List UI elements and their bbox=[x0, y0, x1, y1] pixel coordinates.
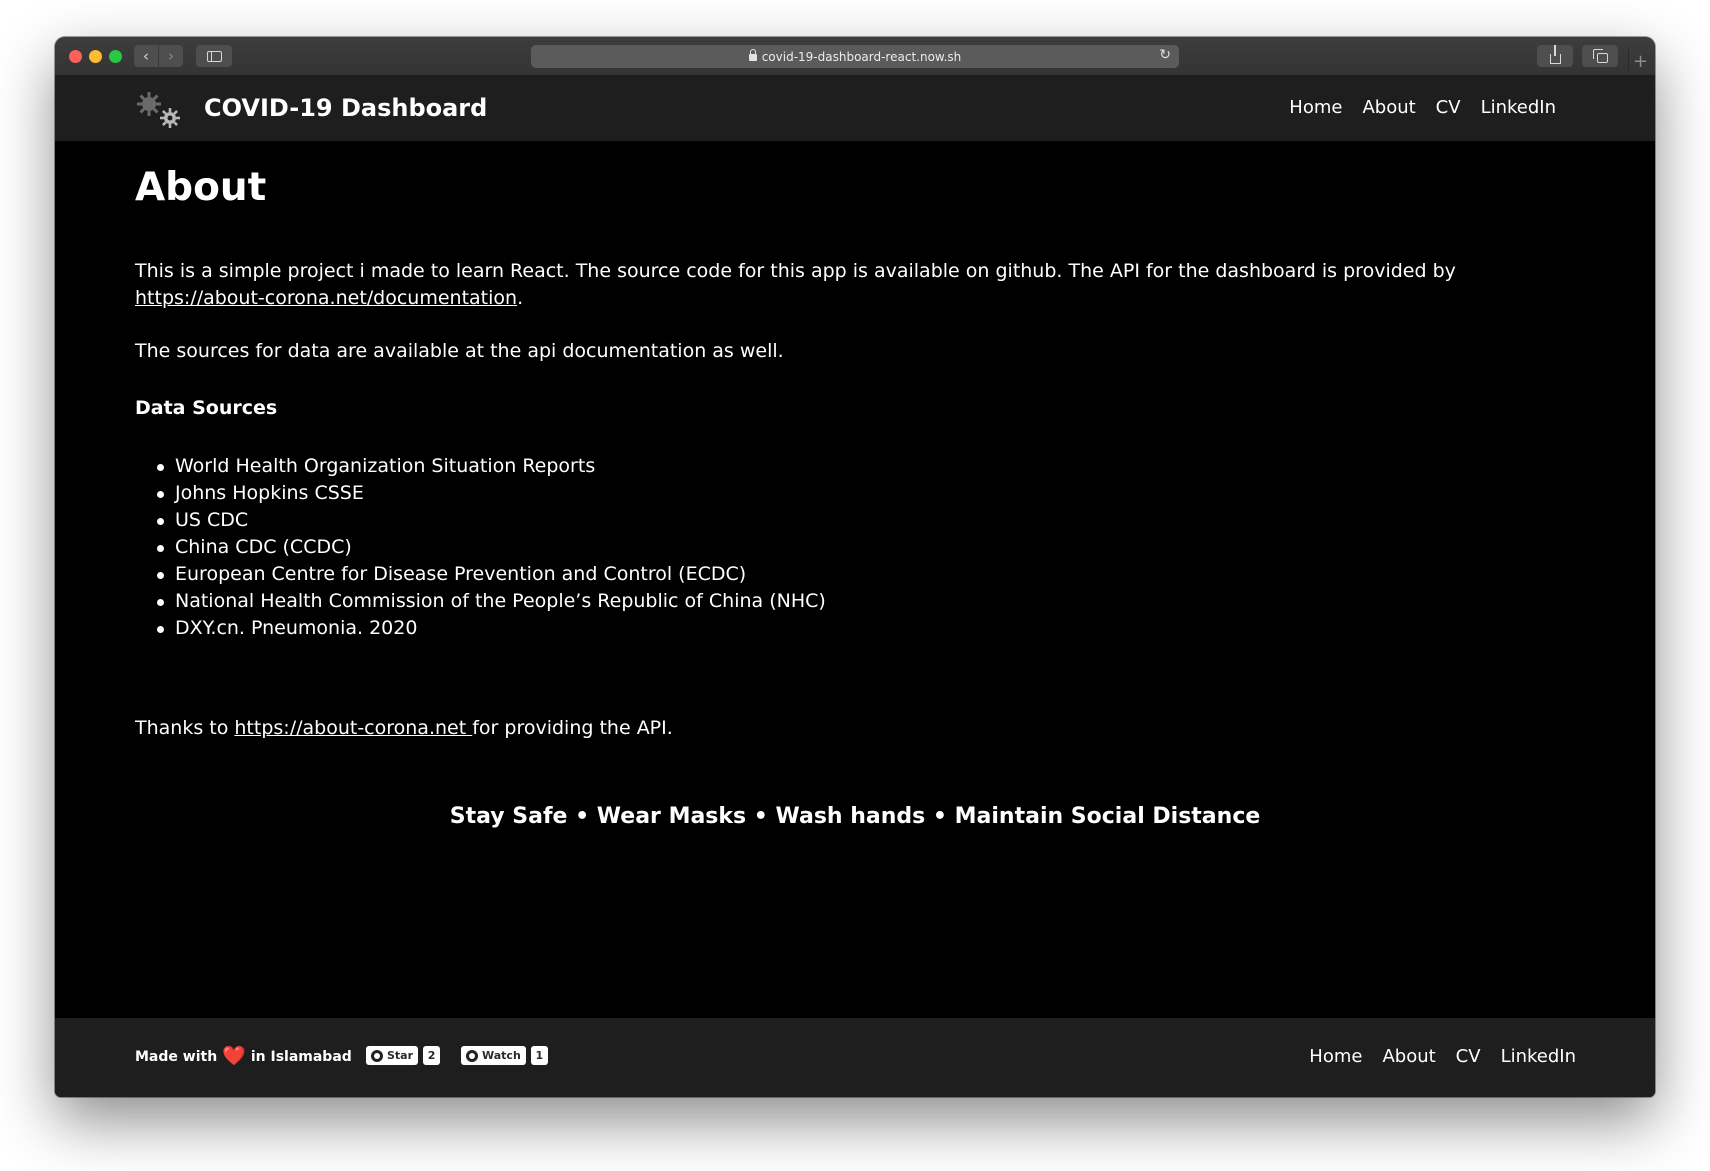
list-item: DXY.cn. Pneumonia. 2020 bbox=[157, 615, 826, 642]
lock-icon bbox=[748, 49, 757, 61]
back-button[interactable]: ‹ bbox=[134, 45, 158, 67]
thanks-suffix: for providing the API. bbox=[472, 717, 673, 739]
thanks-paragraph: Thanks to https://about-corona.net for p… bbox=[135, 717, 673, 739]
plus-icon: + bbox=[1632, 51, 1649, 72]
show-tabs-button[interactable] bbox=[1582, 45, 1618, 67]
nav-link-home[interactable]: Home bbox=[1289, 97, 1342, 118]
tabs-icon bbox=[1592, 49, 1608, 63]
sidebar-icon bbox=[206, 50, 222, 62]
intro-end: . bbox=[517, 287, 524, 309]
list-item: National Health Commission of the People… bbox=[157, 588, 826, 615]
github-star-label: Star bbox=[387, 1049, 414, 1062]
site-navbar: COVID-19 Dashboard Home About CV LinkedI… bbox=[55, 76, 1655, 141]
footer-link-cv[interactable]: CV bbox=[1456, 1046, 1481, 1067]
footer-links: Home About CV LinkedIn bbox=[1309, 1046, 1576, 1067]
list-item: European Centre for Disease Prevention a… bbox=[157, 561, 826, 588]
github-icon bbox=[371, 1049, 383, 1062]
minimize-window-button[interactable] bbox=[89, 50, 102, 63]
list-item: Johns Hopkins CSSE bbox=[157, 480, 826, 507]
new-tab-button[interactable]: + bbox=[1628, 49, 1652, 74]
footer-link-about[interactable]: About bbox=[1382, 1046, 1435, 1067]
nav-link-cv[interactable]: CV bbox=[1436, 97, 1461, 118]
github-watch-widget: Watch 1 bbox=[461, 1046, 548, 1065]
page-title: About bbox=[135, 165, 267, 210]
list-item: US CDC bbox=[157, 507, 826, 534]
heart-icon: ❤️ bbox=[222, 1045, 246, 1067]
share-icon bbox=[1549, 45, 1561, 64]
thanks-prefix: Thanks to bbox=[135, 717, 235, 739]
site-footer: Made with ❤️ in Islamabad Star 2 Watch 1… bbox=[55, 1018, 1655, 1097]
sources-note: The sources for data are available at th… bbox=[135, 340, 784, 362]
made-with-text: Made with bbox=[135, 1048, 218, 1065]
intro-paragraph: This is a simple project i made to learn… bbox=[135, 258, 1575, 312]
zoom-window-button[interactable] bbox=[109, 50, 122, 63]
about-corona-link[interactable]: https://about-corona.net bbox=[234, 717, 472, 739]
chevron-right-icon: › bbox=[168, 47, 174, 65]
intro-text: This is a simple project i made to learn… bbox=[135, 260, 1456, 282]
location-text: in Islamabad bbox=[250, 1048, 352, 1065]
footer-link-home[interactable]: Home bbox=[1309, 1046, 1362, 1067]
list-item: China CDC (CCDC) bbox=[157, 534, 826, 561]
data-sources-list: World Health Organization Situation Repo… bbox=[157, 453, 826, 642]
github-watch-label: Watch bbox=[482, 1049, 521, 1062]
nav-link-about[interactable]: About bbox=[1362, 97, 1415, 118]
browser-window: ‹ › covid-19-dashboard-react.now.sh ↻ + bbox=[55, 37, 1655, 1097]
brand-title[interactable]: COVID-19 Dashboard bbox=[204, 94, 487, 122]
url-text: covid-19-dashboard-react.now.sh bbox=[761, 49, 962, 64]
list-item: World Health Organization Situation Repo… bbox=[157, 453, 826, 480]
github-watch-button[interactable]: Watch bbox=[461, 1046, 526, 1065]
forward-button[interactable]: › bbox=[159, 45, 183, 67]
browser-titlebar: ‹ › covid-19-dashboard-react.now.sh ↻ + bbox=[55, 37, 1655, 76]
footer-link-linkedin[interactable]: LinkedIn bbox=[1501, 1046, 1576, 1067]
sidebar-toggle-button[interactable] bbox=[196, 45, 232, 67]
chevron-left-icon: ‹ bbox=[143, 47, 149, 65]
github-watch-count[interactable]: 1 bbox=[530, 1046, 548, 1065]
made-with-credit: Made with ❤️ in Islamabad bbox=[135, 1047, 352, 1066]
api-documentation-link[interactable]: https://about-corona.net/documentation bbox=[135, 287, 517, 309]
virus-logo-icon[interactable] bbox=[135, 90, 183, 130]
data-sources-heading: Data Sources bbox=[135, 397, 278, 419]
nav-links: Home About CV LinkedIn bbox=[1289, 97, 1556, 118]
github-star-button[interactable]: Star bbox=[366, 1046, 419, 1065]
github-star-widget: Star 2 bbox=[366, 1046, 441, 1065]
address-bar[interactable]: covid-19-dashboard-react.now.sh ↻ bbox=[531, 45, 1179, 68]
github-icon bbox=[466, 1049, 478, 1062]
share-button[interactable] bbox=[1537, 45, 1573, 67]
safety-tagline: Stay Safe • Wear Masks • Wash hands • Ma… bbox=[449, 804, 1261, 829]
github-star-count[interactable]: 2 bbox=[423, 1046, 441, 1065]
reload-icon[interactable]: ↻ bbox=[1159, 47, 1171, 63]
close-window-button[interactable] bbox=[69, 50, 82, 63]
nav-link-linkedin[interactable]: LinkedIn bbox=[1481, 97, 1556, 118]
